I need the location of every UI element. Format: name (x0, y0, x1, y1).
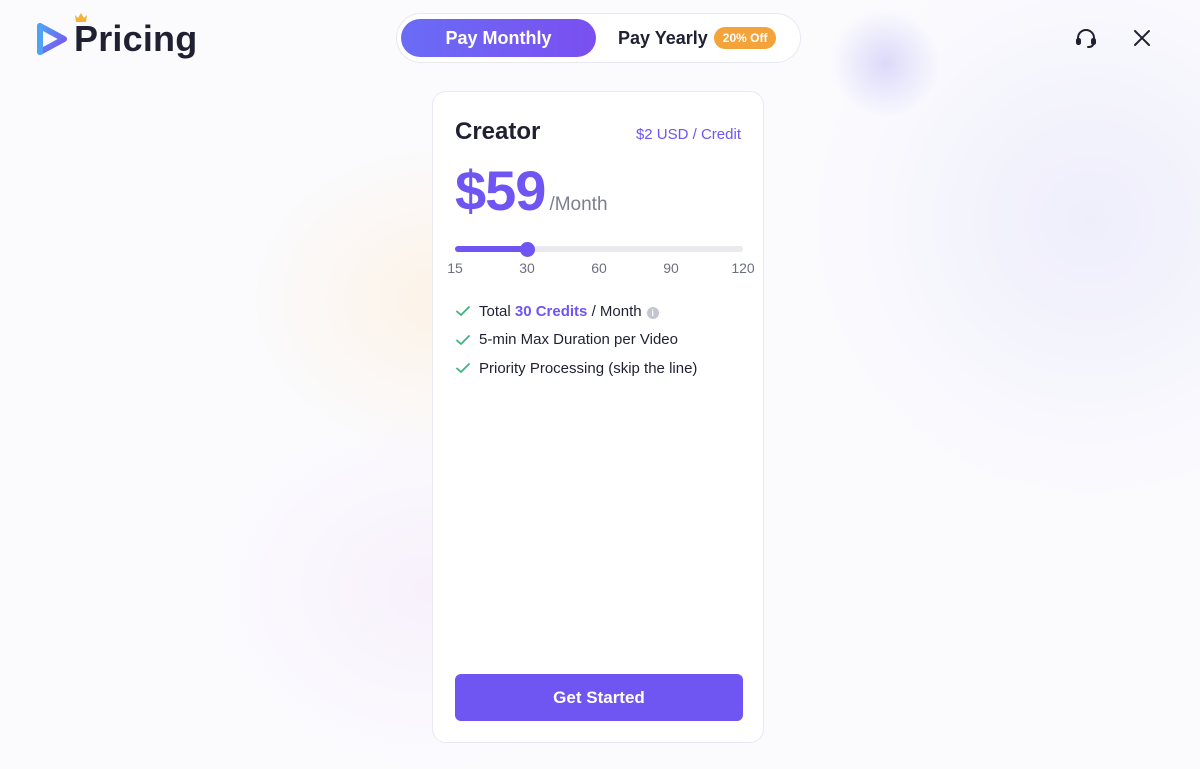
close-button[interactable] (1128, 24, 1156, 52)
plan-card: Creator $2 USD / Credit $59 /Month 15 30 6… (432, 91, 764, 743)
slider-tick: 60 (591, 260, 607, 276)
feature-text: Priority Processing (skip the line) (479, 359, 698, 377)
price: $59 /Month (455, 158, 608, 223)
crown-icon (75, 13, 87, 22)
billing-toggle: Pay Monthly Pay Yearly 20% Off (396, 13, 801, 63)
pay-yearly-tab[interactable]: Pay Yearly 20% Off (618, 27, 777, 49)
credits-suffix: / Month (591, 302, 642, 320)
check-icon (456, 363, 470, 374)
headset-icon (1076, 29, 1096, 48)
pay-yearly-label: Pay Yearly (618, 27, 708, 48)
slider-tick: 120 (731, 260, 755, 276)
feature-text: 5-min Max Duration per Video (479, 331, 678, 349)
feature-item: Total 30 Credits / Month i (455, 297, 745, 326)
feature-list: Total 30 Credits / Month i 5-min Max Dura… (455, 297, 745, 383)
discount-badge: 20% Off (713, 27, 777, 49)
get-started-button[interactable]: Get Started (455, 674, 743, 721)
close-icon (1134, 30, 1150, 46)
credits-prefix: Total (479, 302, 511, 320)
slider-ticks: 15 30 60 90 120 (447, 260, 754, 278)
feature-item: Priority Processing (skip the line) (455, 354, 745, 383)
check-icon (456, 334, 470, 345)
slider-fill (455, 246, 527, 252)
price-period: /Month (549, 194, 608, 215)
feature-item: 5-min Max Duration per Video (455, 326, 745, 355)
feature-text: Total 30 Credits / Month i (479, 303, 659, 320)
credit-rate: $2 USD / Credit (635, 126, 741, 143)
slider-thumb[interactable] (520, 242, 535, 257)
support-button[interactable] (1072, 24, 1100, 52)
check-icon (456, 306, 470, 317)
app-logo: Pricing (34, 13, 198, 62)
page-title: Pricing (74, 18, 198, 59)
slider-tick: 30 (519, 260, 535, 276)
pay-monthly-label: Pay Monthly (445, 27, 552, 48)
price-amount: $59 (455, 159, 546, 222)
logo-icon (37, 23, 67, 55)
info-icon[interactable]: i (646, 306, 659, 319)
slider-tick: 15 (447, 260, 463, 276)
slider-tick: 90 (663, 260, 679, 276)
credits-slider[interactable] (455, 242, 743, 257)
credits-value: 30 Credits (514, 302, 588, 320)
pay-monthly-tab[interactable]: Pay Monthly (401, 19, 596, 57)
plan-name: Creator (455, 118, 541, 145)
